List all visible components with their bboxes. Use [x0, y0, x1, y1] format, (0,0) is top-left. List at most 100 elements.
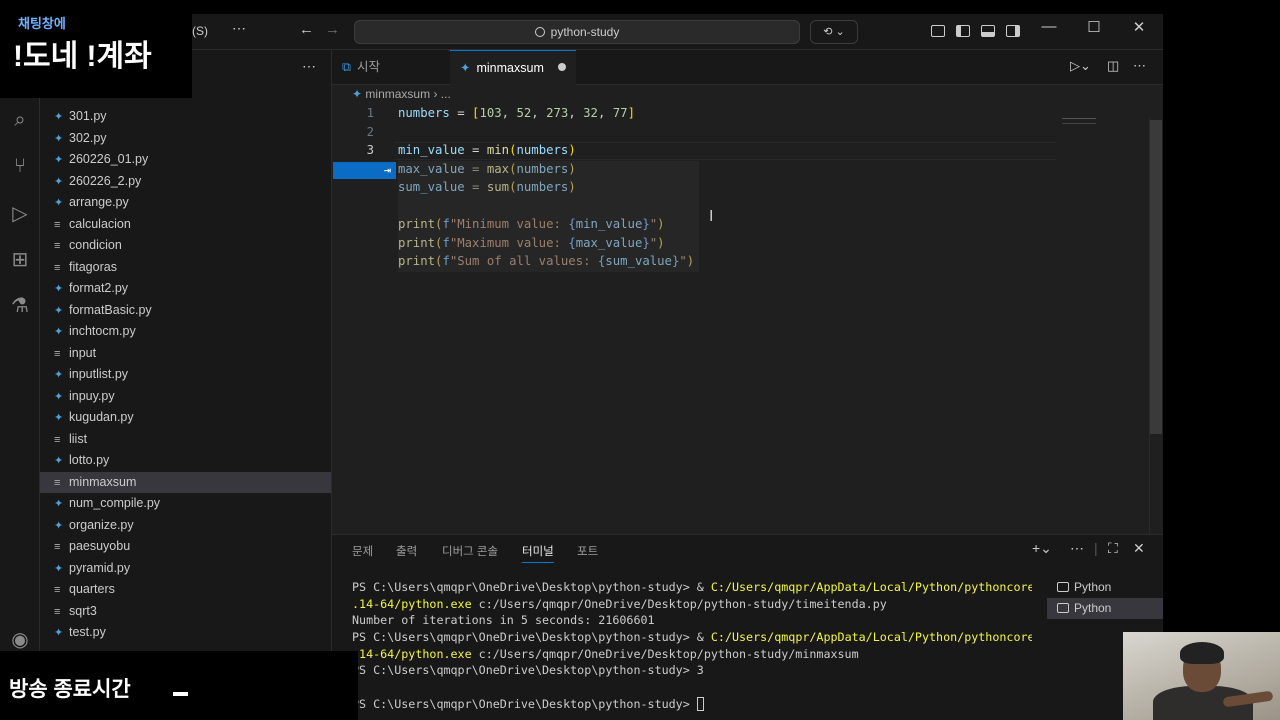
file-name: test.py [69, 625, 106, 639]
run-icon[interactable]: ▷⌄ [1070, 58, 1091, 74]
run-debug-icon[interactable]: ▷ [6, 200, 34, 228]
tab-label: minmaxsum [476, 61, 544, 75]
breadcrumb-more[interactable]: ... [441, 87, 451, 101]
file-item[interactable]: ≡ paesuyobu [40, 536, 331, 558]
unsaved-dot-icon[interactable] [557, 63, 566, 71]
toggle-sidebar-icon[interactable] [956, 25, 970, 37]
python-file-icon: ✦ [54, 627, 64, 639]
terminal-text: .14-64/python.exe [352, 596, 472, 611]
tab-minmaxsum[interactable]: ✦ minmaxsum [450, 50, 576, 85]
breadcrumb-file[interactable]: minmaxsum [365, 87, 430, 101]
file-item[interactable]: ✦ format2.py [40, 278, 331, 300]
vscode-window: (S) ⋯ ← → python-study ⟲ ⌄ — ☐ ✕ ⌕ ⑂ ▷ ⊞… [0, 14, 1163, 720]
copilot-button[interactable]: ⟲ ⌄ [810, 20, 858, 44]
file-name: liist [69, 431, 88, 446]
account-icon[interactable]: ◉ [6, 626, 34, 654]
back-arrow-icon[interactable]: ← [299, 21, 314, 38]
file-item[interactable]: ≡ calculacion [40, 214, 331, 236]
file-item[interactable]: ≡ minmaxsum [40, 471, 331, 493]
file-name: condicion [69, 238, 122, 252]
bottom-panel: 문제 출력 디버그 콘솔 터미널 포트 +⌄ ⋯ | ⛶ ✕ PS C:\Use… [332, 534, 1163, 720]
file-item[interactable]: ≡ sqrt3 [40, 601, 331, 623]
text-file-icon: ≡ [54, 541, 61, 553]
file-item[interactable]: ✦ inputlist.py [40, 364, 331, 386]
file-item[interactable]: ✦ inpuy.py [40, 386, 331, 408]
file-item[interactable]: ✦ pyramid.py [40, 558, 331, 580]
tab-output[interactable]: 출력 [396, 543, 417, 559]
tab-problems[interactable]: 문제 [352, 543, 373, 559]
tab-terminal[interactable]: 터미널 [522, 543, 554, 563]
file-item[interactable]: ✦ inchtocm.py [40, 321, 331, 343]
file-item[interactable]: ≡ input [40, 343, 331, 365]
search-icon[interactable]: ⌕ [6, 106, 34, 134]
split-editor-icon[interactable]: ◫ [1107, 58, 1119, 74]
terminal-output[interactable]: PS C:\Users\qmqpr\OneDrive\Desktop\pytho… [352, 579, 1032, 713]
file-item[interactable]: ≡ quarters [40, 579, 331, 601]
menu-item-selection[interactable]: (S) [192, 24, 208, 38]
broadcast-end-overlay: 방송 종료시간 [0, 651, 358, 720]
terminal-line: .14-64/python.exe c:/Users/qmqpr/OneDriv… [352, 646, 1032, 663]
tab-debug-console[interactable]: 디버그 콘솔 [442, 543, 498, 559]
source-control-icon[interactable]: ⑂ [6, 152, 34, 180]
tab-accept-hint[interactable]: ⇥ [333, 162, 396, 179]
close-icon[interactable]: ✕ [1124, 18, 1154, 36]
extensions-icon[interactable]: ⊞ [6, 246, 34, 274]
code-editor[interactable]: 1 2 3 numbers = [103, 52, 273, 32, 77] m… [332, 106, 1163, 526]
file-item[interactable]: ✦ lotto.py [40, 450, 331, 472]
customize-layout-icon[interactable] [931, 25, 945, 37]
panel-more-icon[interactable]: ⋯ [1070, 540, 1084, 557]
file-item[interactable]: ✦ 260226_01.py [40, 149, 331, 171]
forward-arrow-icon[interactable]: → [325, 21, 340, 38]
toggle-secondary-sidebar-icon[interactable] [1006, 25, 1020, 37]
minimize-icon[interactable]: — [1034, 18, 1064, 35]
testing-icon[interactable]: ⚗ [6, 292, 34, 320]
file-name: num_compile.py [69, 496, 161, 510]
file-item[interactable]: ✦ organize.py [40, 515, 331, 537]
menu-more-icon[interactable]: ⋯ [232, 20, 246, 37]
terminal-instance-label: Python [1074, 601, 1112, 615]
file-item[interactable]: ✦ 260226_2.py [40, 171, 331, 193]
file-item[interactable]: ✦ kugudan.py [40, 407, 331, 429]
file-item[interactable]: ≡ condicion [40, 235, 331, 257]
editor-more-icon[interactable]: ⋯ [1133, 58, 1146, 74]
file-item[interactable]: ✦ num_compile.py [40, 493, 331, 515]
python-file-icon: ✦ [54, 562, 64, 575]
terminal-text: PS C:\Users\qmqpr\OneDrive\Desktop\pytho… [352, 696, 697, 711]
tab-start[interactable]: ⧉ 시작 [332, 50, 440, 85]
python-file-icon: ✦ [54, 412, 64, 424]
file-icon: ✦ [460, 61, 471, 75]
new-terminal-icon[interactable]: +⌄ [1032, 540, 1052, 557]
toggle-panel-icon[interactable] [981, 25, 995, 37]
file-list: ✦ 301.py ✦ 302.py ✦ 260226_01.py ✦ 260226_2.py ✦… [40, 106, 331, 644]
file-item[interactable]: ✦ 301.py [40, 106, 331, 128]
file-name: organize.py [69, 517, 134, 532]
explorer-sidebar: ⋯ ✦ 301.py ✦ 302.py ✦ 260226_01.py ✦ 260226_2.p… [40, 50, 332, 720]
file-name: arrange.py [69, 195, 129, 209]
file-item[interactable]: ✦ 302.py [40, 128, 331, 150]
file-name: fitagoras [69, 259, 117, 274]
file-name: quarters [69, 582, 115, 596]
file-item[interactable]: ✦ arrange.py [40, 192, 331, 214]
python-file-icon: ✦ [54, 175, 64, 188]
close-panel-icon[interactable]: ✕ [1133, 540, 1145, 557]
maximize-panel-icon[interactable]: ⛶ [1108, 540, 1118, 557]
command-center-search[interactable]: python-study [354, 20, 800, 44]
text-file-icon: ≡ [54, 476, 61, 489]
file-item[interactable]: ≡ liist [40, 429, 331, 451]
suggestion-line: print(f"Maximum value: {max_value}") [398, 235, 665, 250]
file-item[interactable]: ✦ test.py [40, 622, 331, 644]
file-item[interactable]: ≡ fitagoras [40, 257, 331, 279]
terminal-instance[interactable]: Python [1047, 598, 1163, 619]
terminal-instance[interactable]: Python [1047, 577, 1163, 598]
editor-scrollbar-thumb[interactable] [1150, 120, 1162, 434]
maximize-icon[interactable]: ☐ [1079, 18, 1109, 36]
minimap[interactable] [1062, 118, 1096, 124]
tab-ports[interactable]: 포트 [577, 543, 598, 559]
file-name: kugudan.py [69, 410, 134, 424]
explorer-more-icon[interactable]: ⋯ [302, 58, 316, 75]
file-item[interactable]: ✦ formatBasic.py [40, 300, 331, 322]
terminal-text: C:/Users/qmqpr/AppData/Local/Python/pyth… [710, 580, 1032, 594]
file-name: 301.py [69, 109, 107, 123]
text-cursor-icon: I [709, 208, 714, 225]
terminal-text: PS C:\Users\qmqpr\OneDrive\Desktop\pytho… [352, 663, 704, 678]
